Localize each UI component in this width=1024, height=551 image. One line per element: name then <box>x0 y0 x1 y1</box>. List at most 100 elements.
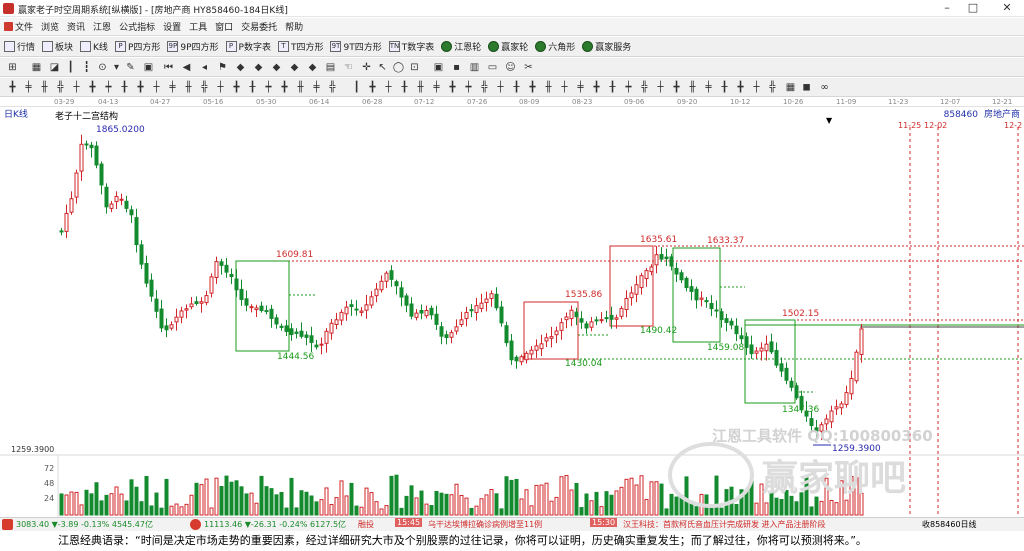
news-b[interactable]: 汉王科技：首款柯氏音血压计完成研发 进入产品注册阶段 <box>623 519 826 530</box>
zoom-tool-icon[interactable]: ⊙ <box>96 61 109 74</box>
draw-tool-icon[interactable]: ✎ <box>124 61 137 74</box>
line-tool-18-icon[interactable]: ╋ <box>278 81 291 94</box>
diamond-tool-4-icon[interactable]: ◆ <box>288 61 301 74</box>
mark-tool-icon[interactable]: ▣ <box>142 61 155 74</box>
line-tool-10-icon[interactable]: ┼ <box>150 81 163 94</box>
save-tool-icon[interactable]: ▪ <box>450 61 463 74</box>
line-tool-42-icon[interactable]: ╋ <box>670 81 683 94</box>
line-tool-12-icon[interactable]: ╫ <box>182 81 195 94</box>
arrow-tool-icon[interactable]: ↖ <box>376 61 389 74</box>
monitor-tool-icon[interactable]: ▣ <box>432 61 445 74</box>
line-tool-44-icon[interactable]: ╪ <box>702 81 715 94</box>
line-tool-16-icon[interactable]: ╂ <box>246 81 259 94</box>
ellipse-tool-icon[interactable]: ◯ <box>392 61 405 74</box>
line-tool-21-icon[interactable]: ╬ <box>326 81 339 94</box>
line-tool-46-icon[interactable]: ╋ <box>734 81 747 94</box>
kline-chart[interactable]: 日K线 老子十二宫结构 ▼ 858460 房地产商 1865.0200 1259.… <box>0 107 1024 517</box>
color-view-icon[interactable]: ◼ <box>800 81 813 94</box>
dropdown-icon[interactable]: ▾ <box>110 61 123 74</box>
menu-file[interactable]: 文件 <box>0 20 37 33</box>
line-tool-43-icon[interactable]: ╫ <box>686 81 699 94</box>
line-tool-40-icon[interactable]: ╬ <box>638 81 651 94</box>
line-tool-6-icon[interactable]: ╋ <box>86 81 99 94</box>
line-tool-14-icon[interactable]: ┼ <box>214 81 227 94</box>
first-icon[interactable]: ⏮ <box>162 61 175 74</box>
toolbar-kline-button[interactable]: K线 <box>80 40 108 53</box>
toolbar-service-button[interactable]: 赢家服务 <box>582 40 631 53</box>
cross-tool-icon[interactable]: ✛ <box>360 61 373 74</box>
diamond-tool-1-icon[interactable]: ◆ <box>234 61 247 74</box>
line-tool-36-icon[interactable]: ╪ <box>574 81 587 94</box>
prev-icon[interactable]: ◀ <box>180 61 193 74</box>
menu-settings[interactable]: 设置 <box>159 20 185 33</box>
menu-browse[interactable]: 浏览 <box>37 20 63 33</box>
line-tool-24-icon[interactable]: ┼ <box>382 81 395 94</box>
toolbar-hexagon-button[interactable]: 六角形 <box>535 40 575 53</box>
window-tool-icon[interactable]: ▭ <box>486 61 499 74</box>
menu-trade[interactable]: 交易委托 <box>237 20 281 33</box>
minimize-button[interactable]: – <box>934 1 960 15</box>
sh-index[interactable]: 3083.40 ▼-3.89 -0.13% 4545.47亿 <box>16 519 153 530</box>
menu-formula[interactable]: 公式指标 <box>115 20 159 33</box>
toolbar-p-square-button[interactable]: P P四方形 <box>114 40 160 53</box>
menu-tools[interactable]: 工具 <box>185 20 211 33</box>
line-tool-28-icon[interactable]: ╋ <box>446 81 459 94</box>
table-tool-icon[interactable]: ▤ <box>324 61 337 74</box>
tools-tool-icon[interactable]: ✂ <box>522 61 535 74</box>
line-tool-35-icon[interactable]: ┼ <box>558 81 571 94</box>
line-tool-27-icon[interactable]: ╪ <box>430 81 443 94</box>
menu-info[interactable]: 资讯 <box>63 20 89 33</box>
line-tool-17-icon[interactable]: ┿ <box>262 81 275 94</box>
line-tool-34-icon[interactable]: ╫ <box>542 81 555 94</box>
line-tool-5-icon[interactable]: ┼ <box>70 81 83 94</box>
line-tool-45-icon[interactable]: ╂ <box>718 81 731 94</box>
line-tool-30-icon[interactable]: ╬ <box>478 81 491 94</box>
maximize-button[interactable]: □ <box>960 1 986 15</box>
ticker-a[interactable]: 融投 <box>358 519 374 530</box>
candle-tool-icon[interactable]: ┃ <box>64 61 77 74</box>
toolbar-9p-square-button[interactable]: 9P 9P四方形 <box>167 40 219 53</box>
toolbar-gann-wheel-button[interactable]: 江恩轮 <box>441 40 481 53</box>
line-tool-48-icon[interactable]: ╬ <box>766 81 779 94</box>
cursor-icon[interactable]: ⊞ <box>6 61 19 74</box>
line-tool-11-icon[interactable]: ╪ <box>166 81 179 94</box>
menu-window[interactable]: 窗口 <box>211 20 237 33</box>
close-button[interactable]: ✕ <box>994 1 1020 15</box>
flag-icon[interactable]: ⚑ <box>216 61 229 74</box>
people-tool-icon[interactable]: ☺ <box>504 61 517 74</box>
infinity-icon[interactable]: ∞ <box>818 81 831 94</box>
line-tool-47-icon[interactable]: ┼ <box>750 81 763 94</box>
line-tool-23-icon[interactable]: ╋ <box>366 81 379 94</box>
line-tool-29-icon[interactable]: ┿ <box>462 81 475 94</box>
line-tool-4-icon[interactable]: ╬ <box>54 81 67 94</box>
diamond-tool-3-icon[interactable]: ◆ <box>270 61 283 74</box>
line-tool-22-icon[interactable]: ┃ <box>350 81 363 94</box>
line-tool-41-icon[interactable]: ┼ <box>654 81 667 94</box>
line-tool-31-icon[interactable]: ┼ <box>494 81 507 94</box>
dropdown-arrow-icon[interactable]: ▼ <box>826 116 832 125</box>
bar-tool-icon[interactable]: ┇ <box>80 61 93 74</box>
menu-gann[interactable]: 江恩 <box>89 20 115 33</box>
info-tool-icon[interactable]: ◪ <box>48 61 61 74</box>
line-tool-38-icon[interactable]: ╂ <box>606 81 619 94</box>
back-icon[interactable]: ◂ <box>198 61 211 74</box>
grid-view-icon[interactable]: ▦ <box>784 81 797 94</box>
line-tool-3-icon[interactable]: ╫ <box>38 81 51 94</box>
line-tool-37-icon[interactable]: ╋ <box>590 81 603 94</box>
line-tool-32-icon[interactable]: ╂ <box>510 81 523 94</box>
news-a[interactable]: 乌干达埃博拉确诊病例增至11例 <box>428 519 542 530</box>
line-tool-13-icon[interactable]: ╬ <box>198 81 211 94</box>
line-tool-15-icon[interactable]: ╋ <box>230 81 243 94</box>
sz-index[interactable]: 11113.46 ▼-26.31 -0.24% 6127.5亿 <box>204 519 346 530</box>
diamond-tool-5-icon[interactable]: ◆ <box>306 61 319 74</box>
line-tool-20-icon[interactable]: ╪ <box>310 81 323 94</box>
print-tool-icon[interactable]: ▥ <box>468 61 481 74</box>
toolbar-winner-wheel-button[interactable]: 赢家轮 <box>488 40 528 53</box>
text-tool-icon[interactable]: ⊡ <box>408 61 421 74</box>
toolbar-t-square-button[interactable]: T T四方形 <box>277 40 323 53</box>
diamond-tool-2-icon[interactable]: ◆ <box>252 61 265 74</box>
line-tool-7-icon[interactable]: ┿ <box>102 81 115 94</box>
line-tool-8-icon[interactable]: ╂ <box>118 81 131 94</box>
toolbar-p-table-button[interactable]: P P数字表 <box>225 40 271 53</box>
grid-tool-icon[interactable]: ▦ <box>30 61 43 74</box>
